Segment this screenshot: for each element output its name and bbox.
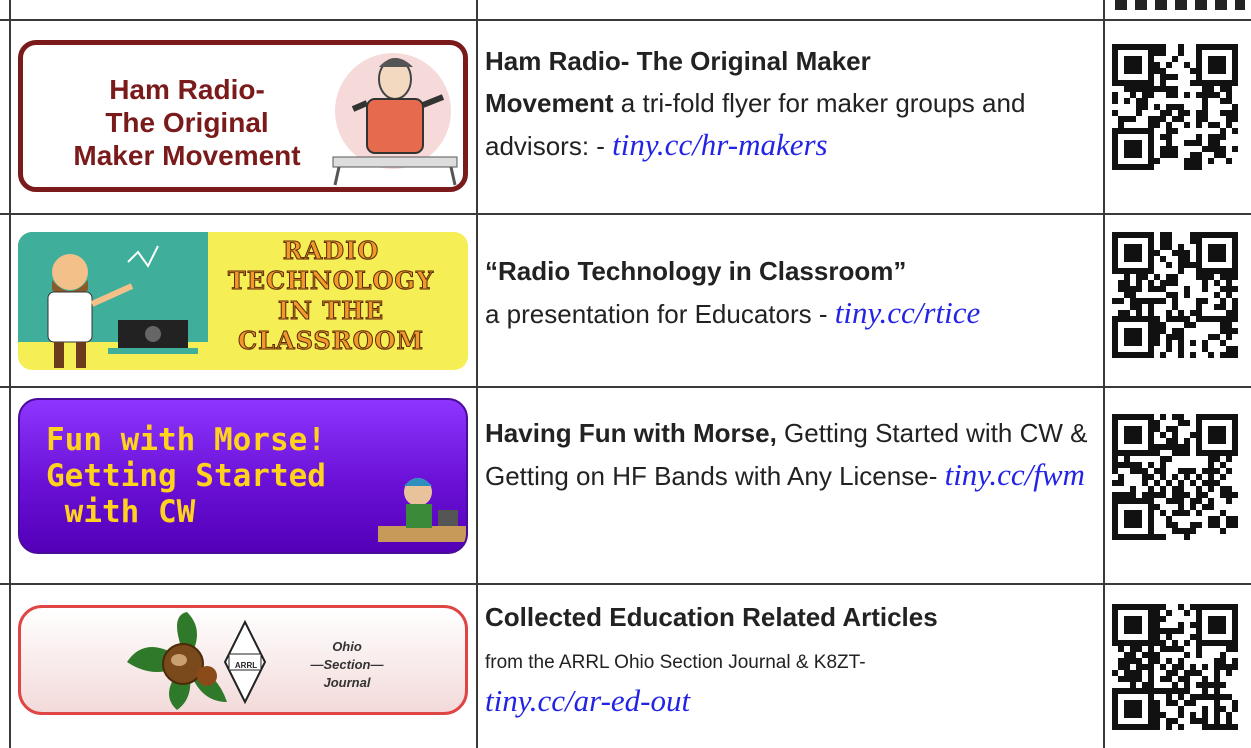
item-description: a presentation for Educators - [485,299,835,329]
banner-line: with CW [46,494,196,530]
banner-ohio-section-journal[interactable]: ARRL Ohio —Section— Journal [18,605,468,715]
banner-title: RADIO TECHNOLOGY IN THE CLASSROOM [196,236,466,356]
banner-radio-tech-classroom[interactable]: RADIO TECHNOLOGY IN THE CLASSROOM [18,232,468,370]
description-fun-with-morse: Having Fun with Morse, Getting Started w… [485,412,1097,497]
grid-line-row3 [0,583,1251,585]
banner-line: Ohio [332,639,362,654]
qr-code-2 [1112,232,1251,372]
link-ar-ed-out[interactable]: tiny.cc/ar-ed-out [485,683,690,718]
banner-title: Fun with Morse! Getting Started with CW [46,422,326,530]
buckeye-leaf-logo-icon [127,612,267,710]
link-rtice[interactable]: tiny.cc/rtice [835,295,980,330]
description-radio-tech: “Radio Technology in Classroom” a presen… [485,250,1097,335]
banner-title: Ham Radio- The Original Maker Movement [37,73,337,172]
banner-line: IN THE [277,296,385,326]
banner-line: RADIO [282,236,380,266]
banner-title: Ohio —Section— Journal [297,638,397,692]
banner-line: CLASSROOM [237,326,425,356]
description-ham-radio-maker: Ham Radio- The Original Maker Movement a… [485,40,1097,167]
grid-line-top [0,19,1251,21]
banner-fun-with-morse[interactable]: Fun with Morse! Getting Started with CW [18,398,468,554]
arrl-logo-text: ARRL [234,661,258,670]
banner-line: Ham Radio- [109,74,265,105]
link-hr-makers[interactable]: tiny.cc/hr-makers [612,127,827,162]
item-title: Collected Education Related Articles [485,602,938,632]
teacher-and-radio-icon [47,245,198,368]
banner-line: The Original [105,107,269,138]
maker-illustration-icon [332,53,458,186]
grid-line-row2 [0,386,1251,388]
banner-line: Getting Started [46,458,326,494]
banner-line: Journal [323,675,371,690]
qr-code-1 [1112,44,1251,190]
banner-line: TECHNOLOGY [227,266,435,296]
grid-line-mid [476,0,478,748]
banner-line: Maker Movement [73,140,301,171]
grid-line-left [9,0,11,748]
qr-code-3 [1112,414,1251,560]
item-title: Ham Radio- The Original Maker [485,46,871,76]
banner-line: —Section— [310,657,384,672]
item-title-cont: Movement [485,88,614,118]
cw-operator-icon [378,478,466,542]
banner-ham-radio-maker[interactable]: Ham Radio- The Original Maker Movement [18,40,468,192]
description-education-articles: Collected Education Related Articles fro… [485,596,1097,723]
qr-fragment-top [1115,0,1245,10]
item-title: Having Fun with Morse, [485,418,777,448]
grid-line-right [1103,0,1105,748]
banner-line: Fun with Morse! [46,422,326,458]
item-description: from the ARRL Ohio Section Journal & K8Z… [485,652,866,673]
item-title: “Radio Technology in Classroom” [485,256,907,286]
qr-code-4 [1112,604,1251,748]
grid-line-row1 [0,213,1251,215]
link-fwm[interactable]: tiny.cc/fwm [945,457,1085,492]
